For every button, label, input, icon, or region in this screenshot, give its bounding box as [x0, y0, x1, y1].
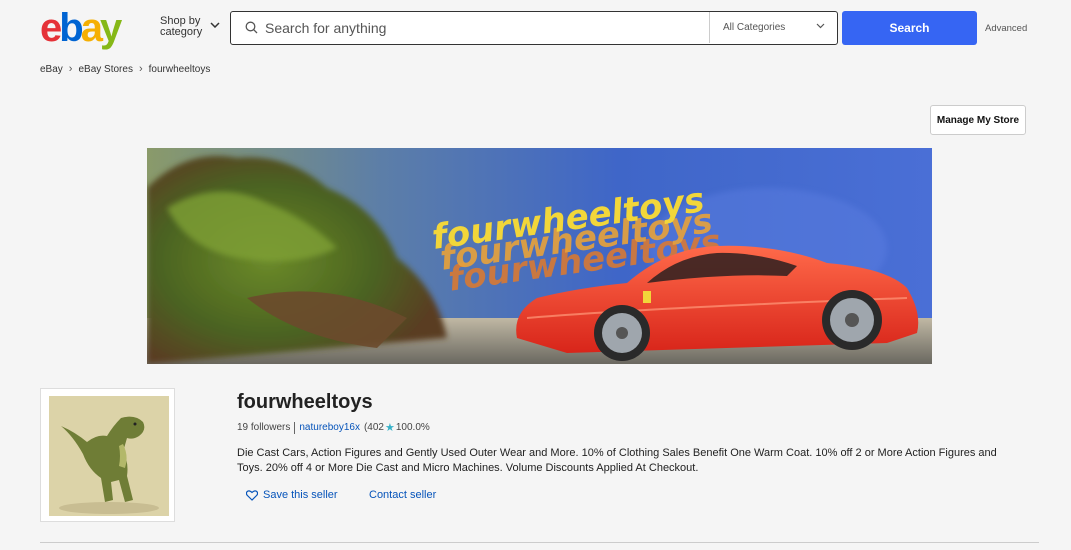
store-banner-image: fourwheeltoys fourwheeltoys fourwheeltoy…: [147, 148, 932, 364]
category-select-value: All Categories: [723, 22, 786, 33]
breadcrumb-current: fourwheeltoys: [148, 63, 211, 75]
search-input[interactable]: [265, 17, 705, 39]
breadcrumb: eBay › eBay Stores › fourwheeltoys: [40, 63, 210, 75]
search-button[interactable]: Search: [842, 11, 977, 45]
heart-icon: [246, 489, 258, 501]
chevron-down-icon: [210, 22, 220, 28]
breadcrumb-separator-icon: ›: [138, 63, 143, 75]
category-select[interactable]: All Categories: [709, 12, 837, 43]
breadcrumb-ebay-stores[interactable]: eBay Stores: [78, 64, 132, 75]
store-logo-image: [49, 396, 169, 516]
feedback-percent: 100.0%: [395, 422, 430, 433]
advanced-search-link[interactable]: Advanced: [985, 23, 1027, 34]
chevron-down-icon: [816, 23, 825, 29]
contact-seller-link[interactable]: Contact seller: [369, 489, 436, 501]
divider: [40, 542, 1039, 543]
seller-username-link[interactable]: natureboy16x: [299, 422, 360, 433]
store-avatar: [40, 388, 175, 522]
search-bar: All Categories: [230, 11, 838, 45]
shop-by-category-button[interactable]: Shop by category: [160, 16, 220, 38]
feedback-star-icon: ★: [384, 422, 395, 434]
store-title: fourwheeltoys: [237, 391, 373, 413]
breadcrumb-ebay[interactable]: eBay: [40, 64, 63, 75]
feedback-count: (402: [363, 422, 384, 433]
svg-text:ebay: ebay: [40, 8, 123, 50]
save-seller-label: Save this seller: [263, 489, 338, 501]
store-description: Die Cast Cars, Action Figures and Gently…: [237, 447, 997, 474]
divider: [294, 421, 296, 434]
manage-my-store-button[interactable]: Manage My Store: [930, 105, 1026, 135]
search-icon: [245, 21, 258, 34]
category-label: category: [160, 26, 203, 38]
breadcrumb-separator-icon: ›: [68, 63, 73, 75]
followers-count: 19 followers: [237, 422, 291, 433]
save-seller-button[interactable]: Save this seller: [246, 489, 338, 501]
seller-meta: 19 followers natureboy16x (402 ★ 100.0%: [237, 421, 430, 434]
ebay-logo[interactable]: ebay: [40, 8, 136, 50]
